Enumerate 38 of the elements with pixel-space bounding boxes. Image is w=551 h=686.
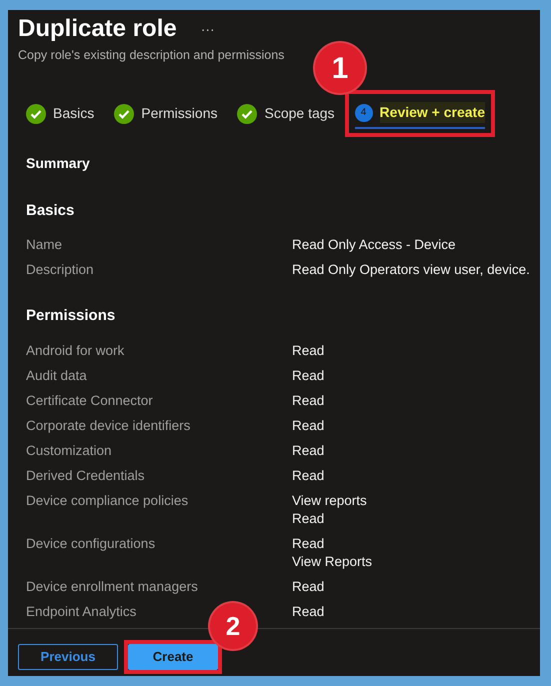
summary-heading: Summary (26, 154, 91, 173)
field-value: Read (292, 466, 324, 485)
field-label: Derived Credentials (26, 466, 146, 485)
section-heading: Permissions (26, 306, 116, 326)
field-value: Read (292, 392, 324, 410)
wizard-tab[interactable]: Permissions (114, 99, 218, 128)
field-value: Read (292, 578, 324, 596)
field-label: Device compliance policies (26, 492, 190, 510)
field-value: View Reports (292, 552, 372, 571)
page-title: Duplicate role (18, 14, 177, 44)
previous-button[interactable]: Previous (18, 644, 118, 670)
more-button[interactable]: ··· (200, 18, 215, 40)
section-heading: Basics (26, 200, 76, 221)
field-value: Read (292, 534, 326, 553)
field-value: Read Only Access - Device (292, 236, 456, 254)
field-value: Read (292, 602, 324, 621)
field-label: Description (26, 261, 95, 280)
field-label: Device configurations (26, 534, 156, 553)
field-value: Read (292, 442, 324, 460)
field-label: Certificate Connector (26, 392, 154, 410)
field-value: Read (292, 342, 324, 360)
create-button[interactable]: Create (128, 644, 218, 670)
wizard-tab[interactable]: Scope tags (237, 99, 335, 128)
field-label: Device enrollment managers (26, 578, 199, 596)
field-label: Name (26, 236, 64, 254)
field-label: Corporate device identifiers (26, 416, 192, 435)
step-number: 4 (354, 104, 373, 122)
field-value: View reports (292, 492, 367, 510)
field-label: Customization (26, 442, 113, 460)
page-subtitle: Copy role's existing description and permissions (18, 47, 286, 64)
field-value: Read (292, 416, 324, 435)
field-label: Endpoint Analytics (26, 602, 138, 621)
field-value: Read Only Operators view user, device. (292, 261, 530, 280)
wizard-tab[interactable]: Basics (26, 99, 94, 128)
field-label: Android for work (26, 342, 126, 360)
field-value: Read (292, 366, 324, 385)
field-value: Read (292, 510, 326, 528)
field-label: Audit data (26, 366, 88, 385)
